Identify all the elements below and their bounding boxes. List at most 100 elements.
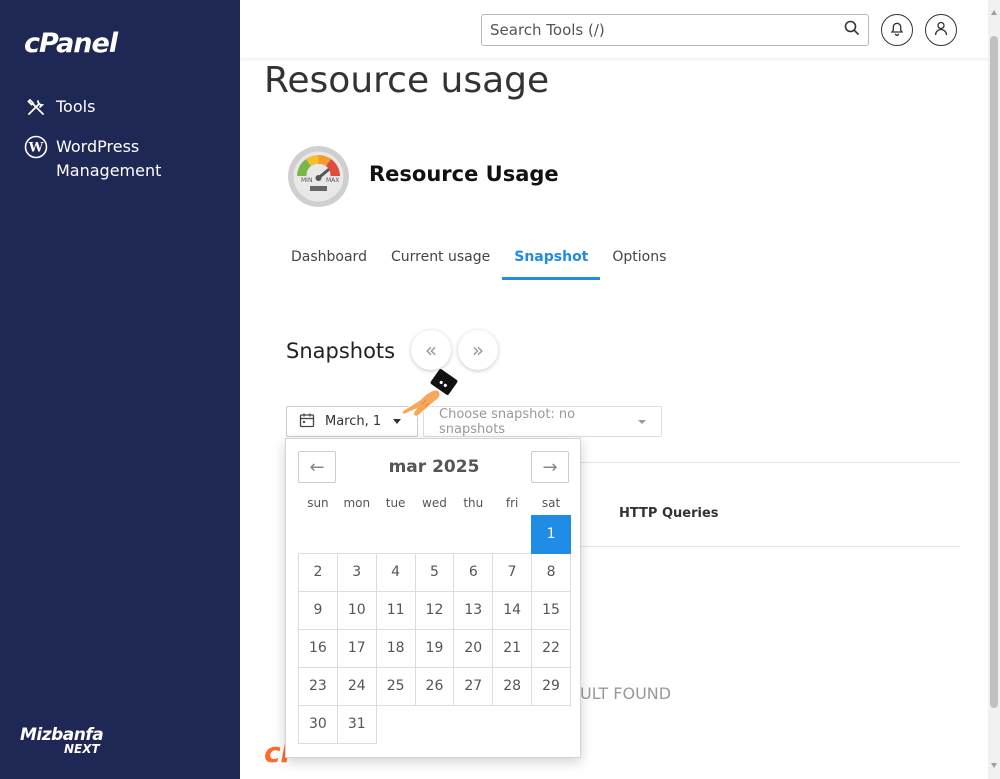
calendar-day[interactable]: 1 (531, 515, 571, 554)
search-icon[interactable] (844, 20, 860, 40)
sidebar-item-tools[interactable]: Tools (24, 95, 95, 119)
snapshots-heading: Snapshots (286, 339, 396, 363)
user-icon (934, 21, 948, 40)
calendar-day[interactable]: 12 (414, 590, 455, 630)
calendar-icon (299, 412, 315, 432)
calendar-day[interactable]: 5 (414, 552, 455, 592)
cpanel-logo[interactable]: cPanel (24, 28, 118, 59)
table-divider (580, 546, 960, 547)
svg-text:MIN: MIN (301, 177, 312, 184)
calendar-empty-cell (415, 705, 454, 743)
calendar-empty-cell (454, 515, 493, 553)
calendar-empty-cell (376, 515, 415, 553)
mizbanfa-logo: Mizbanfa NEXT (20, 725, 104, 757)
hand-pointer-icon (398, 366, 462, 422)
calendar-day[interactable]: 17 (336, 628, 377, 668)
calendar-empty-cell (454, 705, 493, 743)
no-result-message: ULT FOUND (580, 684, 672, 703)
svg-text:MAX: MAX (326, 177, 339, 184)
calendar-day[interactable]: 26 (414, 666, 455, 706)
calendar-day[interactable]: 16 (298, 628, 338, 668)
calendar-day[interactable]: 13 (453, 590, 494, 630)
tab-current-usage[interactable]: Current usage (379, 243, 502, 280)
calendar-week: 2345678 (298, 552, 571, 592)
calendar-day[interactable]: 11 (375, 590, 416, 630)
calendar-week: 1 (299, 515, 571, 554)
calendar-day[interactable]: 20 (453, 628, 494, 668)
weekday-label: thu (463, 496, 484, 510)
calendar-week: 30 31 (298, 704, 571, 744)
calendar-day[interactable]: 18 (375, 628, 416, 668)
calendar-day[interactable]: 23 (298, 666, 338, 706)
calendar-day[interactable]: 30 (298, 704, 338, 744)
calendar-day[interactable]: 3 (336, 552, 377, 592)
weekday-label: wed (422, 496, 447, 510)
calendar-day[interactable]: 2 (298, 552, 338, 592)
sidebar: cPanel Tools W WordPress Management Mizb… (0, 0, 240, 779)
calendar-day[interactable]: 7 (492, 552, 533, 592)
calendar-day[interactable]: 24 (336, 666, 377, 706)
sidebar-item-label: Tools (56, 97, 96, 116)
resource-usage-gauge-icon: MIN MAX (288, 146, 349, 207)
tab-snapshot[interactable]: Snapshot (502, 243, 601, 280)
sidebar-item-wordpress[interactable]: W WordPress Management (24, 135, 161, 183)
calendar-day[interactable]: 19 (414, 628, 455, 668)
calendar-empty-cell (493, 515, 532, 553)
calendar-day[interactable]: 15 (531, 590, 571, 630)
calendar-grid: sun mon tue wed thu fri sat 1 2 3 4 5 6 7 8 9 10 1… (298, 491, 571, 744)
weekday-label: mon (343, 496, 371, 510)
tools-icon (24, 95, 48, 119)
next-month-button[interactable]: → (531, 451, 569, 483)
scroll-down-arrow[interactable] (991, 763, 997, 768)
previous-snapshot-button[interactable]: « (411, 330, 451, 370)
sidebar-item-label-2: Management (56, 161, 162, 180)
caret-down-icon (638, 419, 646, 424)
calendar-empty-cell (337, 515, 376, 553)
scroll-thumb[interactable] (990, 36, 998, 708)
calendar-day[interactable]: 10 (336, 590, 377, 630)
search-input[interactable] (490, 21, 844, 39)
calendar-day[interactable]: 21 (492, 628, 533, 668)
page-title: Resource usage (264, 60, 550, 101)
calendar-empty-cell (415, 515, 454, 553)
column-header-http-queries: HTTP Queries (619, 506, 719, 521)
calendar-day[interactable]: 14 (492, 590, 533, 630)
calendar-day[interactable]: 25 (375, 666, 416, 706)
calendar-day[interactable]: 28 (492, 666, 533, 706)
calendar-empty-cell (376, 705, 415, 743)
calendar-day[interactable]: 4 (375, 552, 416, 592)
double-chevron-right-icon: » (471, 338, 485, 362)
tab-dashboard[interactable]: Dashboard (279, 243, 379, 280)
next-snapshot-button[interactable]: » (458, 330, 498, 370)
date-picker-calendar: ← mar 2025 → sun mon tue wed thu fri sat… (285, 438, 581, 758)
calendar-day[interactable]: 29 (531, 666, 571, 706)
calendar-day[interactable]: 27 (453, 666, 494, 706)
bell-icon (890, 21, 904, 40)
calendar-day[interactable]: 31 (336, 704, 377, 744)
double-chevron-left-icon: « (424, 338, 438, 362)
calendar-week: 23 24 25 26 27 28 29 (298, 666, 571, 706)
calendar-week: 9 10 11 12 13 14 15 (298, 590, 571, 630)
calendar-empty-cell (532, 705, 571, 743)
weekday-label: sun (307, 496, 329, 510)
svg-text:W: W (28, 141, 44, 156)
scrollbar[interactable] (988, 0, 1000, 779)
calendar-empty-cell (299, 515, 338, 553)
wordpress-icon: W (24, 135, 48, 159)
weekday-label: sat (541, 496, 561, 510)
calendar-day[interactable]: 8 (531, 552, 571, 592)
calendar-day[interactable]: 9 (298, 590, 338, 630)
calendar-day[interactable]: 6 (453, 552, 494, 592)
scroll-up-arrow[interactable] (991, 10, 997, 15)
app-title: Resource Usage (369, 162, 559, 186)
user-menu-button[interactable] (925, 14, 957, 46)
search-box[interactable] (481, 14, 869, 46)
arrow-right-icon: → (542, 456, 558, 478)
calendar-empty-cell (493, 705, 532, 743)
calendar-day[interactable]: 22 (531, 628, 571, 668)
notifications-button[interactable] (881, 14, 913, 46)
tab-options[interactable]: Options (600, 243, 678, 280)
calendar-week: 16 17 18 19 20 21 22 (298, 628, 571, 668)
snapshot-select-value: Choose snapshot: no snapshots (439, 406, 576, 437)
weekday-label: fri (505, 496, 519, 510)
